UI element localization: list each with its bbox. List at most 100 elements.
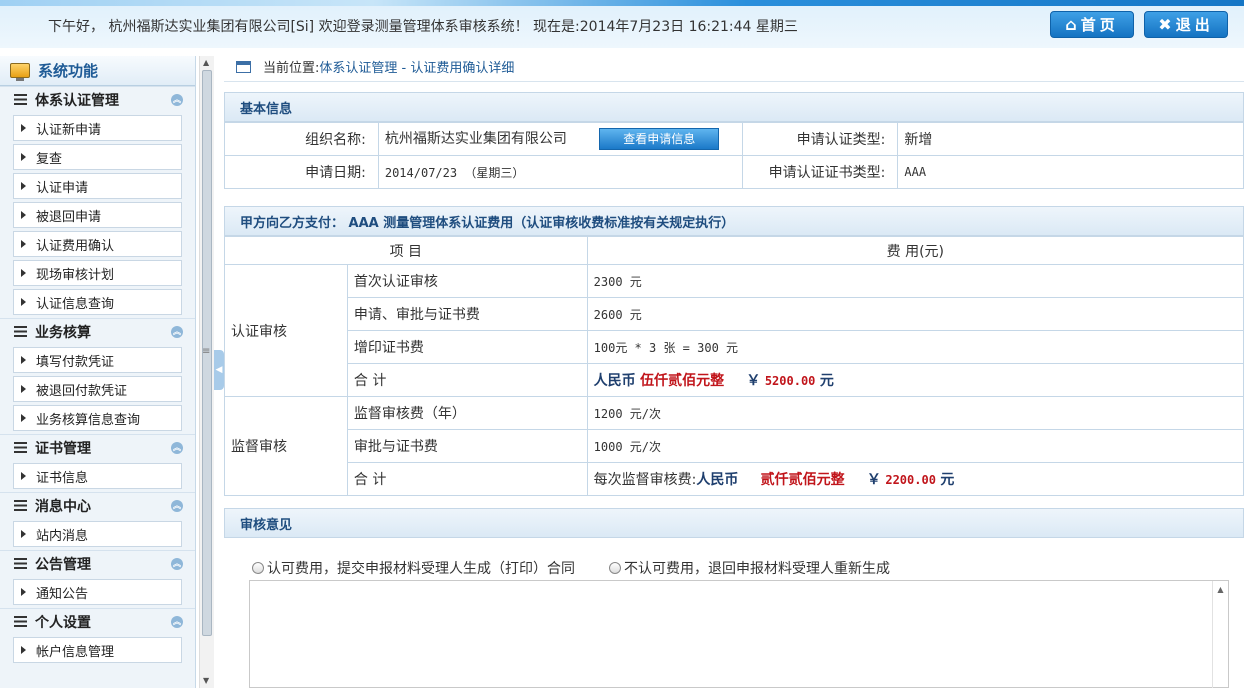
caret-right-icon [21,385,26,393]
sidebar-item[interactable]: 填写付款凭证 [13,347,182,373]
view-application-button[interactable]: 查看申请信息 [599,128,720,150]
sidebar-group[interactable]: 个人设置 ︽ [0,608,195,634]
list-icon [14,616,27,627]
sidebar-scrollbar[interactable]: ▲ ▼ [199,56,214,688]
caret-right-icon [21,269,26,277]
calendar-icon [236,60,251,73]
review-section-title: 审核意见 [224,508,1244,538]
breadcrumb-path: 体系认证管理 - 认证费用确认详细 [319,61,515,76]
sidebar-collapse-toggle[interactable]: ◀ [214,350,224,390]
sidebar-group-label: 消息中心 [35,498,91,515]
welcome-text: 下午好， 杭州福斯达实业集团有限公司[Si] 欢迎登录测量管理体系审核系统！ 现… [48,19,798,35]
caret-right-icon [21,153,26,161]
sidebar-item[interactable]: 被退回付款凭证 [13,376,182,402]
top-header: 下午好， 杭州福斯达实业集团有限公司[Si] 欢迎登录测量管理体系审核系统！ 现… [0,0,1244,48]
cert-total-prefix: 人民币 [593,373,636,389]
collapse-icon[interactable]: ︽ [171,94,183,106]
sup-total-unit: 元 [940,472,955,488]
cert-total-symbol: ￥ [746,373,761,389]
sidebar-item[interactable]: 认证信息查询 [13,289,182,315]
list-icon [14,442,27,453]
breadcrumb-label: 当前位置: [263,61,320,76]
fee-value: 1200 元/次 [586,396,1244,430]
sidebar-group[interactable]: 体系认证管理 ︽ [0,86,195,112]
caret-right-icon [21,356,26,364]
sidebar-item[interactable]: 帐户信息管理 [13,637,182,663]
accept-fee-option[interactable]: 认可费用，提交申报材料受理人生成（打印）合同 [252,558,575,578]
cert-audit-group-label: 认证审核 [224,264,348,397]
sidebar-group-label: 体系认证管理 [35,92,119,109]
main-content: 当前位置: 体系认证管理 - 认证费用确认详细 基本信息 组织名称: 杭州福斯达… [224,52,1244,688]
reject-fee-option[interactable]: 不认可费用，退回申报材料受理人重新生成 [609,558,890,578]
list-icon [14,500,27,511]
sidebar-item-label: 站内消息 [36,528,89,544]
exit-button[interactable]: ✖ 退出 [1144,11,1228,38]
scroll-up-icon[interactable]: ▲ [203,58,209,67]
sidebar-item[interactable]: 被退回申请 [13,202,182,228]
caret-right-icon [21,298,26,306]
list-icon [14,558,27,569]
list-icon [14,326,27,337]
sidebar-item-label: 认证信息查询 [36,296,115,312]
exit-label: 退出 [1175,16,1214,34]
home-button[interactable]: ⌂ 首页 [1050,11,1134,38]
sidebar-group[interactable]: 公告管理 ︽ [0,550,195,576]
sidebar-item-label: 帐户信息管理 [36,644,115,660]
sup-total-pre: 每次监督审核费: [593,472,697,488]
reject-label: 不认可费用，退回申报材料受理人重新生成 [624,561,890,577]
caret-right-icon [21,414,26,422]
sidebar-item-label: 现场审核计划 [36,267,115,283]
collapse-icon[interactable]: ︽ [171,326,183,338]
sidebar: 系统功能 体系认证管理 ︽ 认证新申请复查认证申请被退回申请认证费用确认现场审核计划… [0,56,196,688]
header-stripe [0,0,1244,6]
sidebar-item-label: 被退回付款凭证 [36,383,128,399]
collapse-icon[interactable]: ︽ [171,500,183,512]
sidebar-item-label: 填写付款凭证 [36,354,115,370]
collapse-icon[interactable]: ︽ [171,616,183,628]
apply-date-value: 2014/07/23 （星期三） [377,155,743,189]
collapse-icon[interactable]: ︽ [171,558,183,570]
collapse-icon[interactable]: ︽ [171,442,183,454]
cert-total-label: 合 计 [346,363,588,397]
cert-total-cell: 人民币 伍仟贰佰元整 ￥ 5200.00 元 [586,363,1244,397]
splitter-grip-icon: ≡ [202,346,211,357]
sidebar-group[interactable]: 业务核算 ︽ [0,318,195,344]
sidebar-item[interactable]: 认证申请 [13,173,182,199]
review-opinion-textarea[interactable]: ▲ [249,580,1229,688]
col-header-fee: 费 用(元) [586,236,1244,265]
accept-radio[interactable] [252,562,264,574]
sidebar-item-label: 复查 [36,151,63,167]
col-header-item: 项 目 [224,236,588,265]
cert-level-value: AAA [897,155,1244,189]
sidebar-item[interactable]: 现场审核计划 [13,260,182,286]
textarea-scroll-up-icon[interactable]: ▲ [1212,581,1228,688]
sidebar-group-label: 证书管理 [35,440,91,457]
apply-date-label: 申请日期: [224,155,379,189]
sidebar-item[interactable]: 复查 [13,144,182,170]
sidebar-item[interactable]: 站内消息 [13,521,182,547]
scroll-down-icon[interactable]: ▼ [203,676,209,685]
sidebar-group[interactable]: 证书管理 ︽ [0,434,195,460]
sidebar-item[interactable]: 认证新申请 [13,115,182,141]
reject-radio[interactable] [609,562,621,574]
sidebar-group[interactable]: 消息中心 ︽ [0,492,195,518]
sup-total-number: 2200.00 [885,473,936,487]
fee-value: 100元 * 3 张 = 300 元 [586,330,1244,364]
caret-right-icon [21,646,26,654]
sidebar-item[interactable]: 认证费用确认 [13,231,182,257]
sup-total-words: 贰仟贰佰元整 [760,472,845,488]
caret-right-icon [21,182,26,190]
sidebar-item[interactable]: 业务核算信息查询 [13,405,182,431]
list-icon [14,94,27,105]
sidebar-item-label: 通知公告 [36,586,89,602]
fee-item: 首次认证审核 [346,264,588,298]
sidebar-header: 系统功能 [0,56,195,86]
org-name-value: 杭州福斯达实业集团有限公司 [384,131,567,147]
sidebar-item-label: 被退回申请 [36,209,102,225]
cert-total-words: 伍仟贰佰元整 [640,373,725,389]
sidebar-item[interactable]: 通知公告 [13,579,182,605]
cert-level-label: 申请认证证书类型: [741,155,899,189]
sidebar-title: 系统功能 [38,62,99,80]
sidebar-item[interactable]: 证书信息 [13,463,182,489]
fee-item: 审批与证书费 [346,429,588,463]
